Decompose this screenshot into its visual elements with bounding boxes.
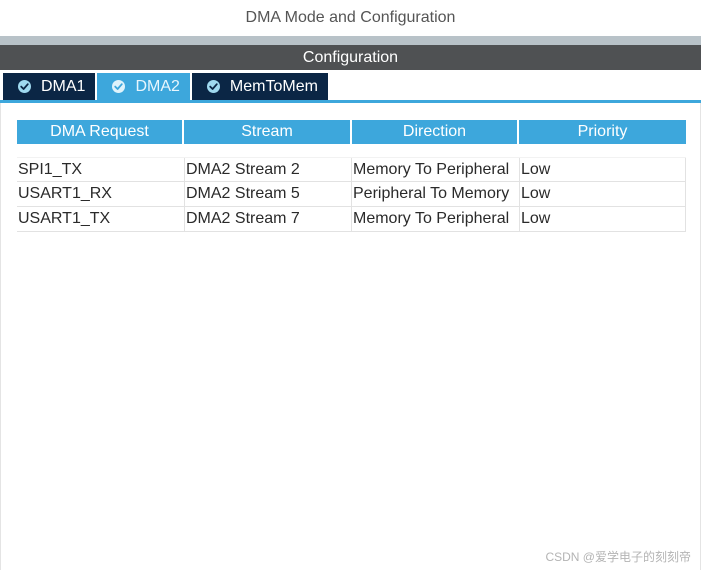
- dma-tabs: DMA1 DMA2 MemToMem: [3, 73, 330, 100]
- cell-priority: Low: [520, 182, 686, 206]
- cell-stream: DMA2 Stream 7: [185, 207, 352, 231]
- column-header-direction[interactable]: Direction: [352, 120, 517, 144]
- cell-stream: DMA2 Stream 5: [185, 182, 352, 206]
- check-circle-icon: [111, 79, 126, 94]
- check-circle-icon: [17, 79, 32, 94]
- table-row[interactable]: USART1_TX DMA2 Stream 7 Memory To Periph…: [17, 207, 686, 232]
- table-header: DMA Request Stream Direction Priority: [17, 120, 686, 144]
- tab-label: DMA2: [135, 77, 180, 95]
- watermark: CSDN @爱学电子的刻刻帝: [545, 550, 691, 564]
- configuration-bar: Configuration: [0, 45, 701, 70]
- cell-priority: Low: [520, 207, 686, 231]
- cell-stream: DMA2 Stream 2: [185, 158, 352, 181]
- cell-direction: Peripheral To Memory: [352, 182, 520, 206]
- tab-label: MemToMem: [229, 77, 318, 95]
- panel-left-border: [0, 103, 1, 570]
- column-header-priority[interactable]: Priority: [519, 120, 686, 144]
- window-title: DMA Mode and Configuration: [245, 9, 456, 26]
- check-circle-icon: [206, 79, 221, 94]
- cell-dma-request: SPI1_TX: [17, 158, 185, 181]
- cell-direction: Memory To Peripheral: [352, 158, 520, 181]
- dma-request-table: SPI1_TX DMA2 Stream 2 Memory To Peripher…: [17, 157, 686, 232]
- tab-dma1[interactable]: DMA1: [3, 73, 96, 100]
- table-row[interactable]: USART1_RX DMA2 Stream 5 Peripheral To Me…: [17, 182, 686, 207]
- title-divider: [0, 36, 701, 45]
- tab-memtomem[interactable]: MemToMem: [191, 73, 328, 100]
- cell-direction: Memory To Peripheral: [352, 207, 520, 231]
- cell-dma-request: USART1_TX: [17, 207, 185, 231]
- tab-dma2[interactable]: DMA2: [97, 73, 190, 100]
- column-header-dma-request[interactable]: DMA Request: [17, 120, 182, 144]
- table-row[interactable]: SPI1_TX DMA2 Stream 2 Memory To Peripher…: [17, 157, 686, 182]
- cell-priority: Low: [520, 158, 686, 181]
- tab-underline: [0, 100, 701, 103]
- column-header-stream[interactable]: Stream: [184, 120, 350, 144]
- tab-label: DMA1: [41, 77, 86, 95]
- cell-dma-request: USART1_RX: [17, 182, 185, 206]
